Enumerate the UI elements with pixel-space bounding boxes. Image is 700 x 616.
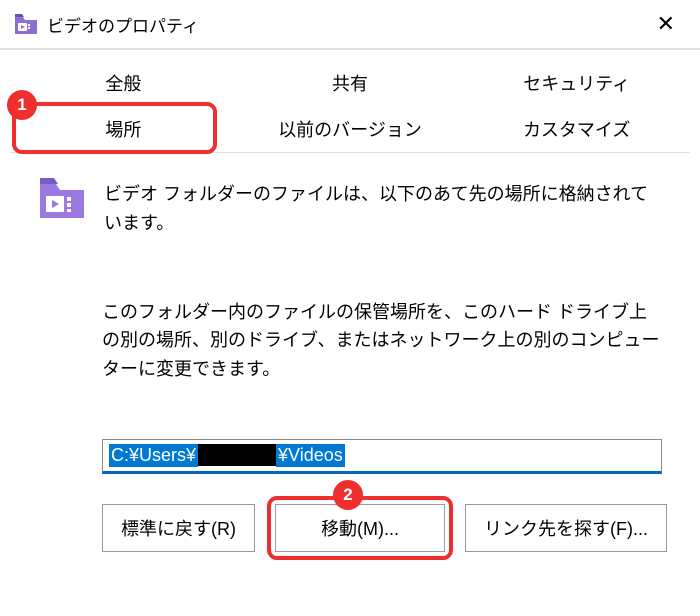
move-button-wrapper: 移動(M)... 2: [275, 504, 445, 552]
move-button[interactable]: 移動(M)...: [275, 504, 445, 552]
titlebar: ビデオのプロパティ ✕: [0, 0, 700, 48]
tabs-row-2: 場所 以前のバージョン カスタマイズ 1: [10, 106, 690, 153]
path-segment-suffix: ¥Videos: [276, 444, 345, 467]
window-title: ビデオのプロパティ: [47, 12, 199, 37]
tab-security[interactable]: セキュリティ: [463, 60, 690, 106]
description-text-2: このフォルダー内のファイルの保管場所を、このハード ドライブ上の別の場所、別のド…: [40, 298, 660, 384]
description-text-1: ビデオ フォルダーのファイルは、以下のあて先の場所に格納されています。: [104, 178, 660, 238]
tab-customize[interactable]: カスタマイズ: [463, 106, 690, 152]
tab-previous-versions[interactable]: 以前のバージョン: [237, 106, 464, 152]
video-folder-large-icon: [40, 178, 84, 218]
tabs: 全般 共有 セキュリティ 場所 以前のバージョン カスタマイズ 1: [0, 50, 700, 153]
description-row-1: ビデオ フォルダーのファイルは、以下のあて先の場所に格納されています。: [40, 178, 660, 238]
path-segment-redacted: [198, 444, 276, 466]
tab-general[interactable]: 全般: [10, 60, 237, 106]
find-target-button[interactable]: リンク先を探す(F)...: [465, 504, 667, 552]
buttons-row: 標準に戻す(R) 移動(M)... 2 リンク先を探す(F)...: [102, 504, 660, 552]
restore-default-button[interactable]: 標準に戻す(R): [102, 504, 255, 552]
path-input-wrapper: C:¥Users¥ ¥Videos: [102, 439, 660, 474]
tab-location[interactable]: 場所: [10, 106, 237, 152]
close-icon[interactable]: ✕: [647, 11, 685, 37]
content-area: ビデオ フォルダーのファイルは、以下のあて先の場所に格納されています。 このフォ…: [0, 153, 700, 552]
location-path-input[interactable]: C:¥Users¥ ¥Videos: [102, 439, 662, 474]
tab-sharing[interactable]: 共有: [237, 60, 464, 106]
tabs-row-1: 全般 共有 セキュリティ: [10, 60, 690, 106]
video-folder-icon: [15, 14, 37, 34]
titlebar-left: ビデオのプロパティ: [15, 12, 199, 37]
path-segment-prefix: C:¥Users¥: [109, 444, 198, 467]
